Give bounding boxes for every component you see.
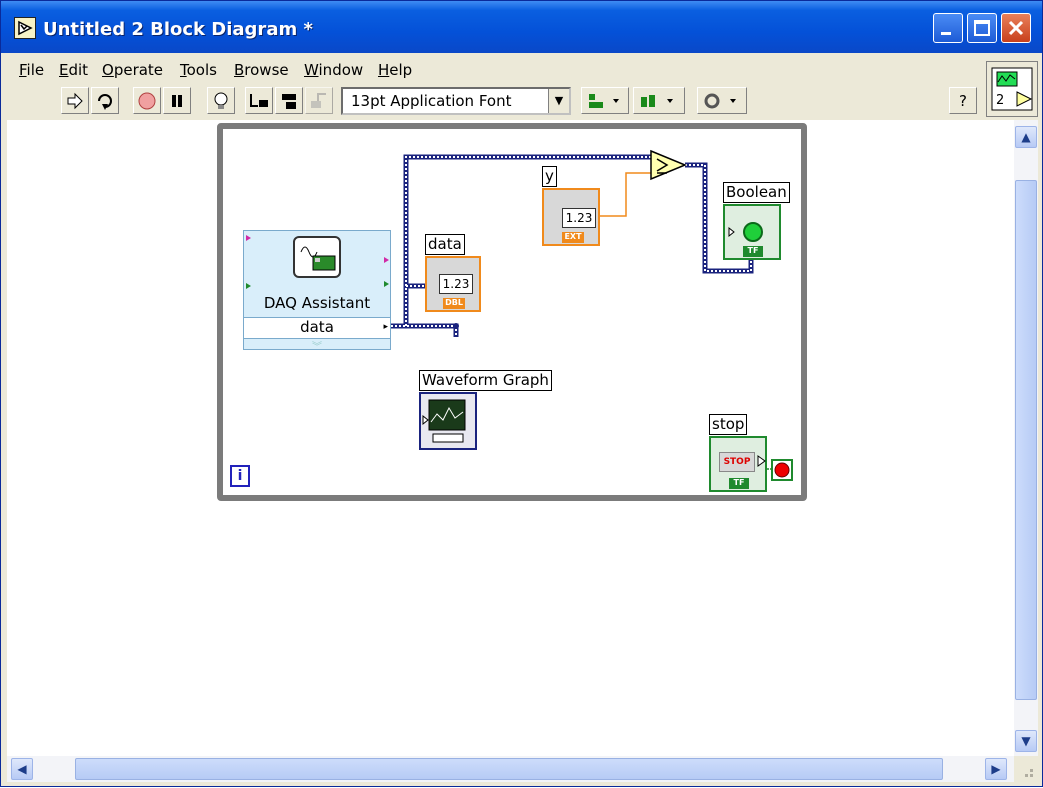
data-indicator-value: 1.23: [439, 274, 473, 294]
daq-output-data[interactable]: data ▸: [244, 317, 390, 339]
vertical-scroll-thumb[interactable]: [1015, 180, 1037, 700]
daq-assistant-node[interactable]: DAQ Assistant data ▸ ︾: [243, 230, 391, 353]
stop-control-terminal[interactable]: STOP TF: [709, 436, 767, 492]
horizontal-scrollbar[interactable]: ◀ ▶: [7, 756, 1014, 782]
stop-button-glyph: STOP: [719, 452, 755, 472]
data-indicator-terminal[interactable]: 1.23 DBL: [425, 256, 481, 312]
y-control-value: 1.23: [562, 208, 596, 228]
loop-condition-terminal[interactable]: [771, 459, 793, 481]
waveform-graph-icon: [422, 399, 466, 443]
boolean-indicator-label: Boolean: [723, 182, 790, 203]
stop-type-tag: TF: [729, 478, 749, 489]
data-type-tag: DBL: [443, 298, 465, 309]
waveform-graph-label: Waveform Graph: [419, 370, 552, 391]
resize-grip-icon[interactable]: [1014, 756, 1038, 782]
vertical-scrollbar[interactable]: ▲ ▼: [1014, 120, 1038, 756]
boolean-indicator-terminal[interactable]: TF: [723, 204, 781, 260]
scroll-left-icon[interactable]: ◀: [11, 758, 33, 780]
block-diagram-window: Untitled 2 Block Diagram * File Edit Ope…: [0, 0, 1043, 787]
y-control-label: y: [542, 166, 557, 187]
y-control-terminal[interactable]: 1.23 EXT: [542, 188, 600, 246]
daq-assistant-title: DAQ Assistant: [263, 294, 371, 312]
horizontal-scroll-thumb[interactable]: [75, 758, 943, 780]
stop-control-label: stop: [709, 414, 748, 435]
scroll-up-icon[interactable]: ▲: [1015, 126, 1037, 148]
waveform-graph-terminal[interactable]: [419, 392, 477, 450]
y-type-tag: EXT: [562, 232, 584, 243]
data-indicator-label: data: [425, 234, 465, 255]
scroll-right-icon[interactable]: ▶: [985, 758, 1007, 780]
expand-chevron-icon[interactable]: ︾: [244, 338, 390, 353]
daq-output-label: data: [300, 318, 334, 336]
scroll-down-icon[interactable]: ▼: [1015, 730, 1037, 752]
output-arrow-icon: ▸: [383, 322, 388, 332]
iteration-terminal[interactable]: i: [230, 465, 250, 487]
boolean-type-tag: TF: [743, 246, 763, 257]
